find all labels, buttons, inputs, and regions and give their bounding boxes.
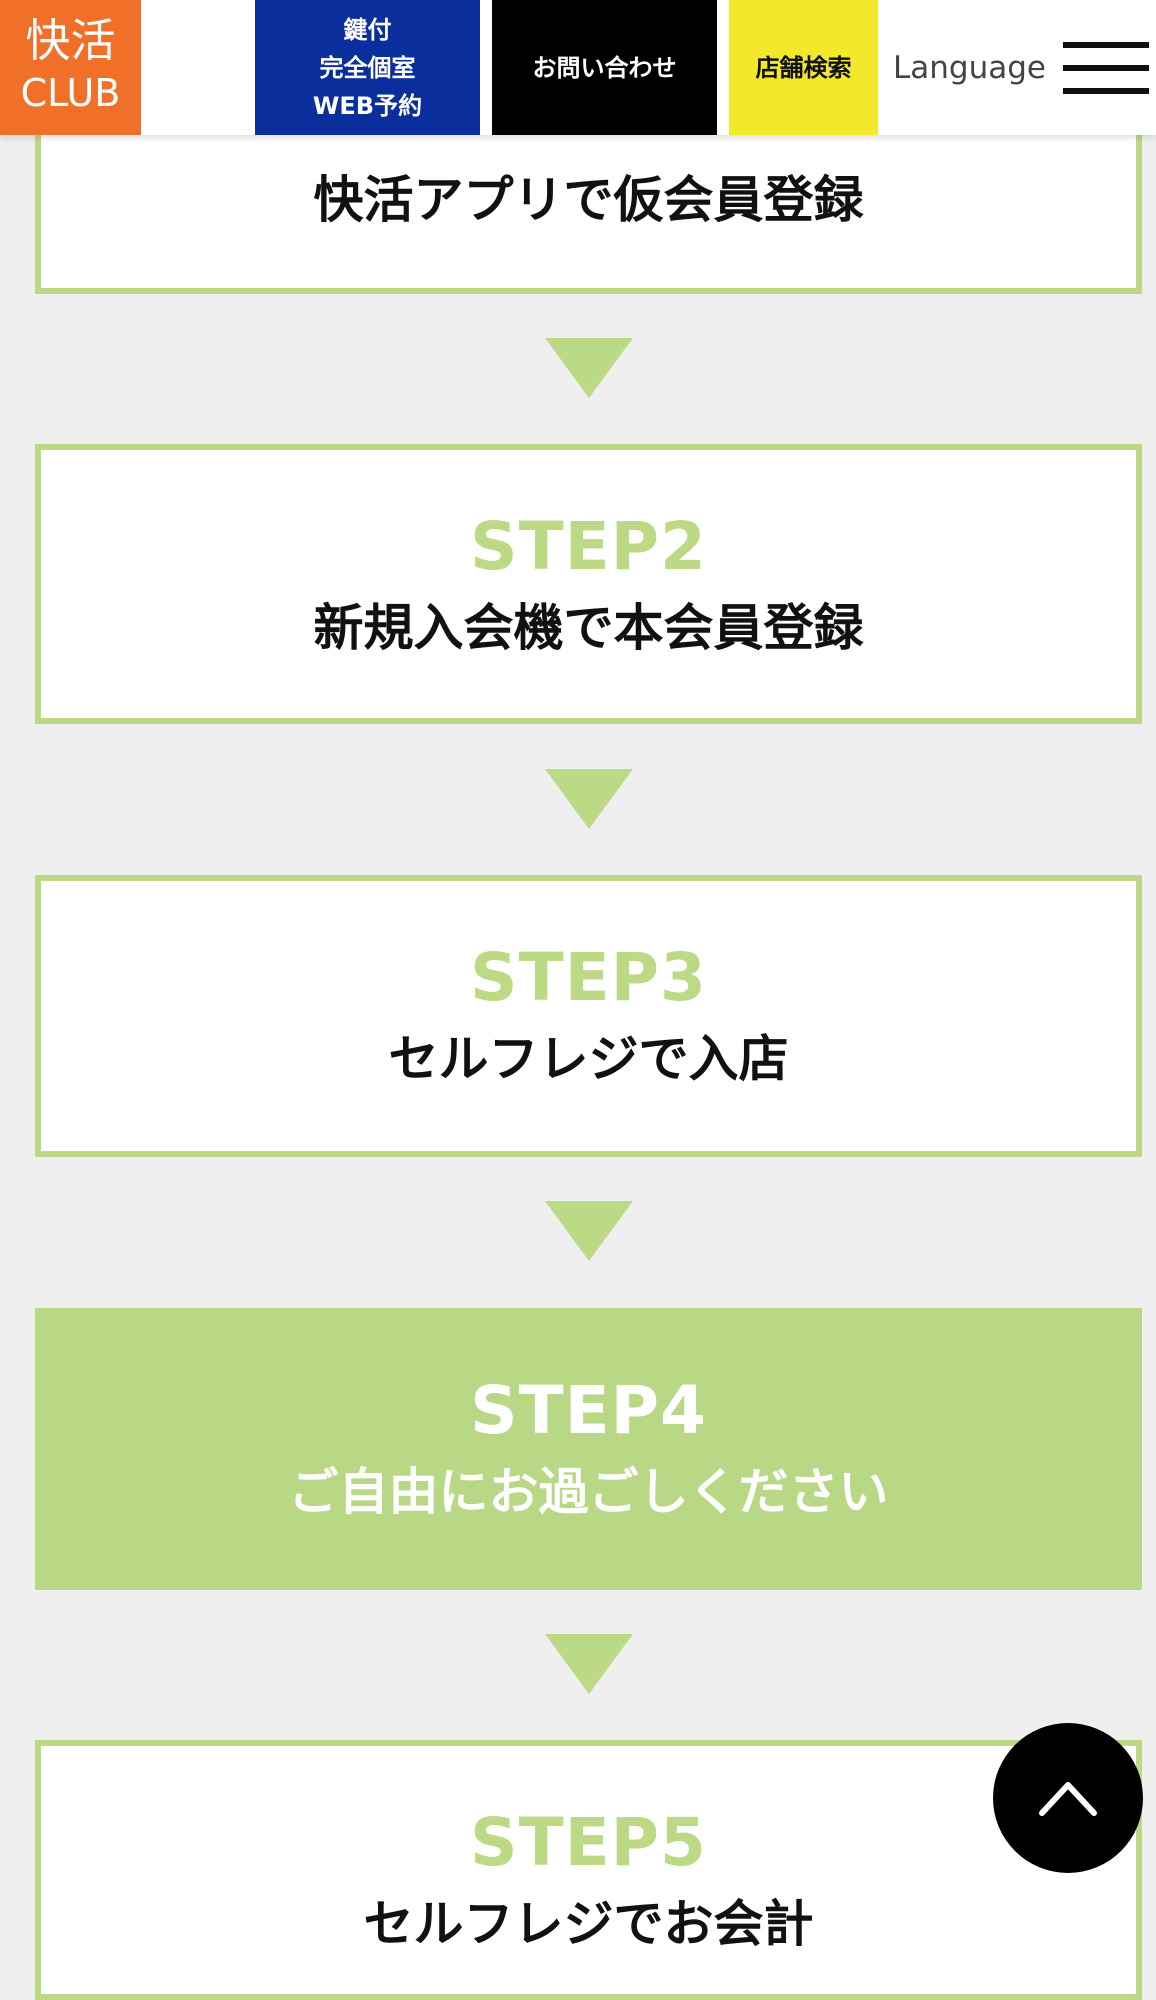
step-number: STEP2	[470, 508, 707, 585]
step-title: セルフレジで入店	[388, 1030, 789, 1088]
down-triangle-icon	[545, 338, 633, 398]
menu-bar-top	[1063, 42, 1149, 48]
step-number: STEP5	[470, 1804, 707, 1881]
reserve-line-2: 完全個室	[319, 53, 416, 82]
contact-label: お問い合わせ	[532, 53, 677, 82]
down-triangle-icon	[545, 1201, 633, 1261]
step-card-4: STEP4 ご自由にお過ごしください	[35, 1308, 1142, 1590]
language-selector[interactable]: Language	[893, 0, 1046, 135]
logo-main-text: 快活	[25, 14, 116, 67]
down-triangle-icon	[545, 1634, 633, 1694]
chevron-up-icon	[1039, 1782, 1097, 1816]
reserve-line-3: WEB予約	[312, 91, 423, 120]
site-header: 快活 CLUB 鍵付 完全個室 WEB予約 お問い合わせ 店舗検索 Langua…	[0, 0, 1156, 135]
web-reservation-button[interactable]: 鍵付 完全個室 WEB予約	[255, 0, 480, 135]
store-search-button[interactable]: 店舗検索	[729, 0, 878, 135]
step-title: 快活アプリで仮会員登録	[313, 171, 864, 229]
hamburger-menu-icon[interactable]	[1063, 42, 1149, 94]
step-number: STEP3	[470, 939, 707, 1016]
step-title: ご自由にお過ごしください	[288, 1463, 889, 1521]
step-title: セルフレジでお会計	[363, 1895, 814, 1953]
menu-bar-bottom	[1063, 88, 1149, 94]
step-number: STEP4	[470, 1372, 707, 1449]
kaikatsu-club-logo[interactable]: 快活 CLUB	[0, 0, 141, 135]
reserve-line-1: 鍵付	[343, 15, 392, 44]
logo-sub-text: CLUB	[20, 71, 121, 115]
language-label: Language	[893, 49, 1046, 86]
contact-button[interactable]: お問い合わせ	[492, 0, 717, 135]
step-title: 新規入会機で本会員登録	[313, 599, 864, 657]
menu-bar-middle	[1063, 65, 1149, 71]
store-search-label: 店舗検索	[755, 53, 852, 82]
down-triangle-icon	[545, 769, 633, 829]
step-card-3: STEP3 セルフレジで入店	[35, 875, 1142, 1157]
back-to-top-button[interactable]	[993, 1723, 1143, 1873]
step-card-2: STEP2 新規入会機で本会員登録	[35, 444, 1142, 724]
step-card-5: STEP5 セルフレジでお会計	[35, 1740, 1142, 2000]
